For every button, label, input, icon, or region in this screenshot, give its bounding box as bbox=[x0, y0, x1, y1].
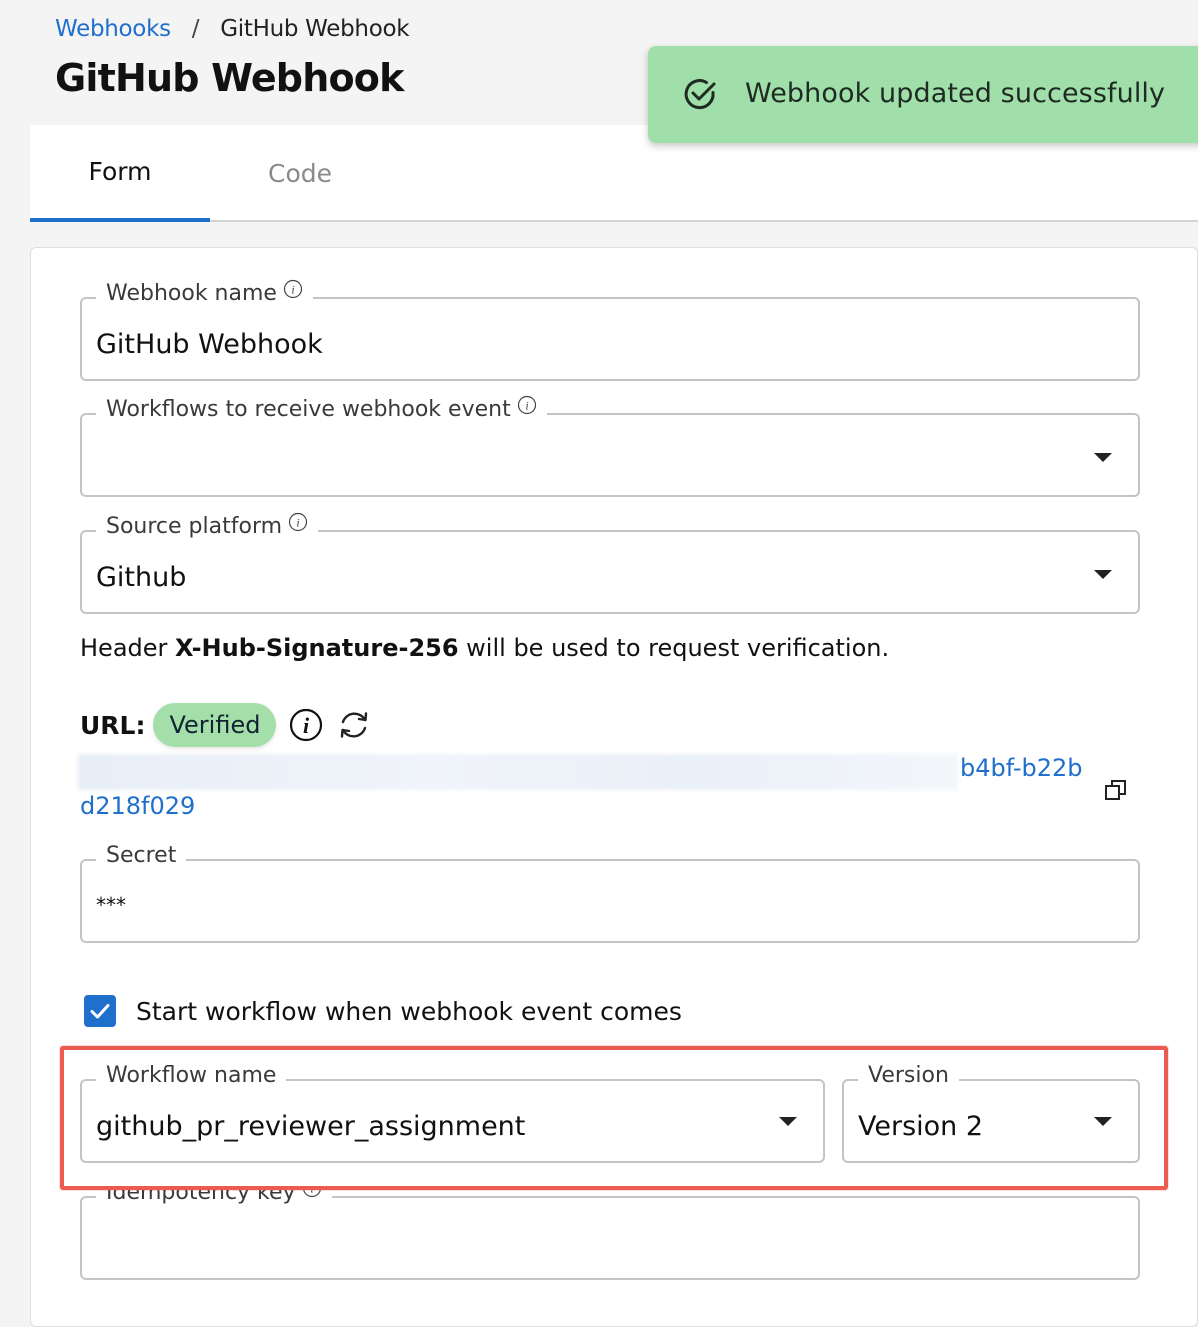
breadcrumb-separator: / bbox=[191, 16, 200, 42]
webhook-name-field[interactable]: Webhook name i GitHub Webhook bbox=[80, 279, 1140, 381]
start-workflow-checkbox[interactable] bbox=[84, 995, 116, 1027]
svg-text:i: i bbox=[296, 515, 299, 529]
info-icon[interactable]: i bbox=[283, 279, 303, 299]
breadcrumb: Webhooks / GitHub Webhook bbox=[55, 16, 410, 42]
tab-form[interactable]: Form bbox=[30, 125, 210, 222]
start-workflow-row: Start workflow when webhook event comes bbox=[84, 995, 682, 1027]
breadcrumb-webhooks-link[interactable]: Webhooks bbox=[55, 16, 171, 42]
copy-icon[interactable] bbox=[1103, 778, 1129, 804]
version-label-text: Version bbox=[868, 1063, 949, 1088]
webhook-name-input[interactable]: GitHub Webhook bbox=[96, 329, 323, 360]
check-circle-icon bbox=[684, 79, 716, 110]
caret-down-icon[interactable] bbox=[1094, 453, 1112, 462]
signature-hint: Header X-Hub-Signature-256 will be used … bbox=[80, 634, 889, 662]
secret-field[interactable]: Secret *** bbox=[80, 843, 1140, 943]
breadcrumb-current: GitHub Webhook bbox=[220, 16, 410, 42]
version-value[interactable]: Version 2 bbox=[858, 1111, 983, 1142]
secret-label-text: Secret bbox=[106, 843, 177, 868]
webhook-url-tail[interactable]: b4bf-b22b bbox=[960, 754, 1083, 782]
start-workflow-label: Start workflow when webhook event comes bbox=[136, 996, 682, 1026]
tab-code[interactable]: Code bbox=[210, 125, 390, 222]
idempotency-key-field[interactable]: Idempotency key i bbox=[80, 1178, 1140, 1280]
info-icon[interactable]: i bbox=[288, 707, 324, 743]
svg-text:i: i bbox=[303, 713, 310, 738]
workflows-select[interactable]: Workflows to receive webhook event i bbox=[80, 395, 1140, 497]
source-platform-select[interactable]: Source platform i Github bbox=[80, 512, 1140, 614]
workflow-name-label: Workflow name bbox=[96, 1063, 287, 1088]
secret-label: Secret bbox=[96, 843, 187, 868]
source-platform-label: Source platform i bbox=[96, 512, 319, 539]
success-toast: Webhook updated successfully bbox=[648, 46, 1198, 143]
webhook-name-label: Webhook name i bbox=[96, 279, 313, 306]
webhook-name-label-text: Webhook name bbox=[106, 281, 277, 306]
svg-text:i: i bbox=[291, 282, 294, 296]
url-row: URL: Verified i bbox=[80, 702, 372, 748]
url-label: URL: bbox=[80, 710, 146, 740]
source-platform-label-text: Source platform bbox=[106, 514, 283, 539]
caret-down-icon[interactable] bbox=[1094, 1117, 1112, 1126]
toast-message: Webhook updated successfully bbox=[745, 78, 1166, 109]
webhook-url-line2[interactable]: d218f029 bbox=[80, 792, 195, 820]
workflows-label-text: Workflows to receive webhook event bbox=[106, 397, 511, 422]
version-label: Version bbox=[858, 1063, 959, 1088]
hint-suffix: will be used to request verification. bbox=[458, 634, 890, 662]
workflow-name-value[interactable]: github_pr_reviewer_assignment bbox=[96, 1111, 525, 1142]
page-title: GitHub Webhook bbox=[55, 56, 404, 100]
caret-down-icon[interactable] bbox=[1094, 570, 1112, 579]
checkmark-icon bbox=[90, 1004, 110, 1019]
workflow-name-select[interactable]: Workflow name github_pr_reviewer_assignm… bbox=[80, 1063, 825, 1163]
refresh-icon[interactable] bbox=[336, 707, 372, 743]
caret-down-icon[interactable] bbox=[779, 1117, 797, 1126]
hint-header-name: X-Hub-Signature-256 bbox=[175, 634, 459, 662]
source-platform-value[interactable]: Github bbox=[96, 562, 186, 593]
workflows-label: Workflows to receive webhook event i bbox=[96, 395, 547, 422]
secret-input[interactable]: *** bbox=[96, 893, 126, 917]
redacted-url bbox=[78, 754, 958, 790]
version-select[interactable]: Version Version 2 bbox=[842, 1063, 1140, 1163]
svg-text:i: i bbox=[525, 398, 528, 412]
info-icon[interactable]: i bbox=[288, 512, 308, 532]
hint-prefix: Header bbox=[80, 634, 176, 662]
verified-badge: Verified bbox=[153, 703, 277, 747]
info-icon[interactable]: i bbox=[517, 395, 537, 415]
workflow-name-label-text: Workflow name bbox=[106, 1063, 277, 1088]
